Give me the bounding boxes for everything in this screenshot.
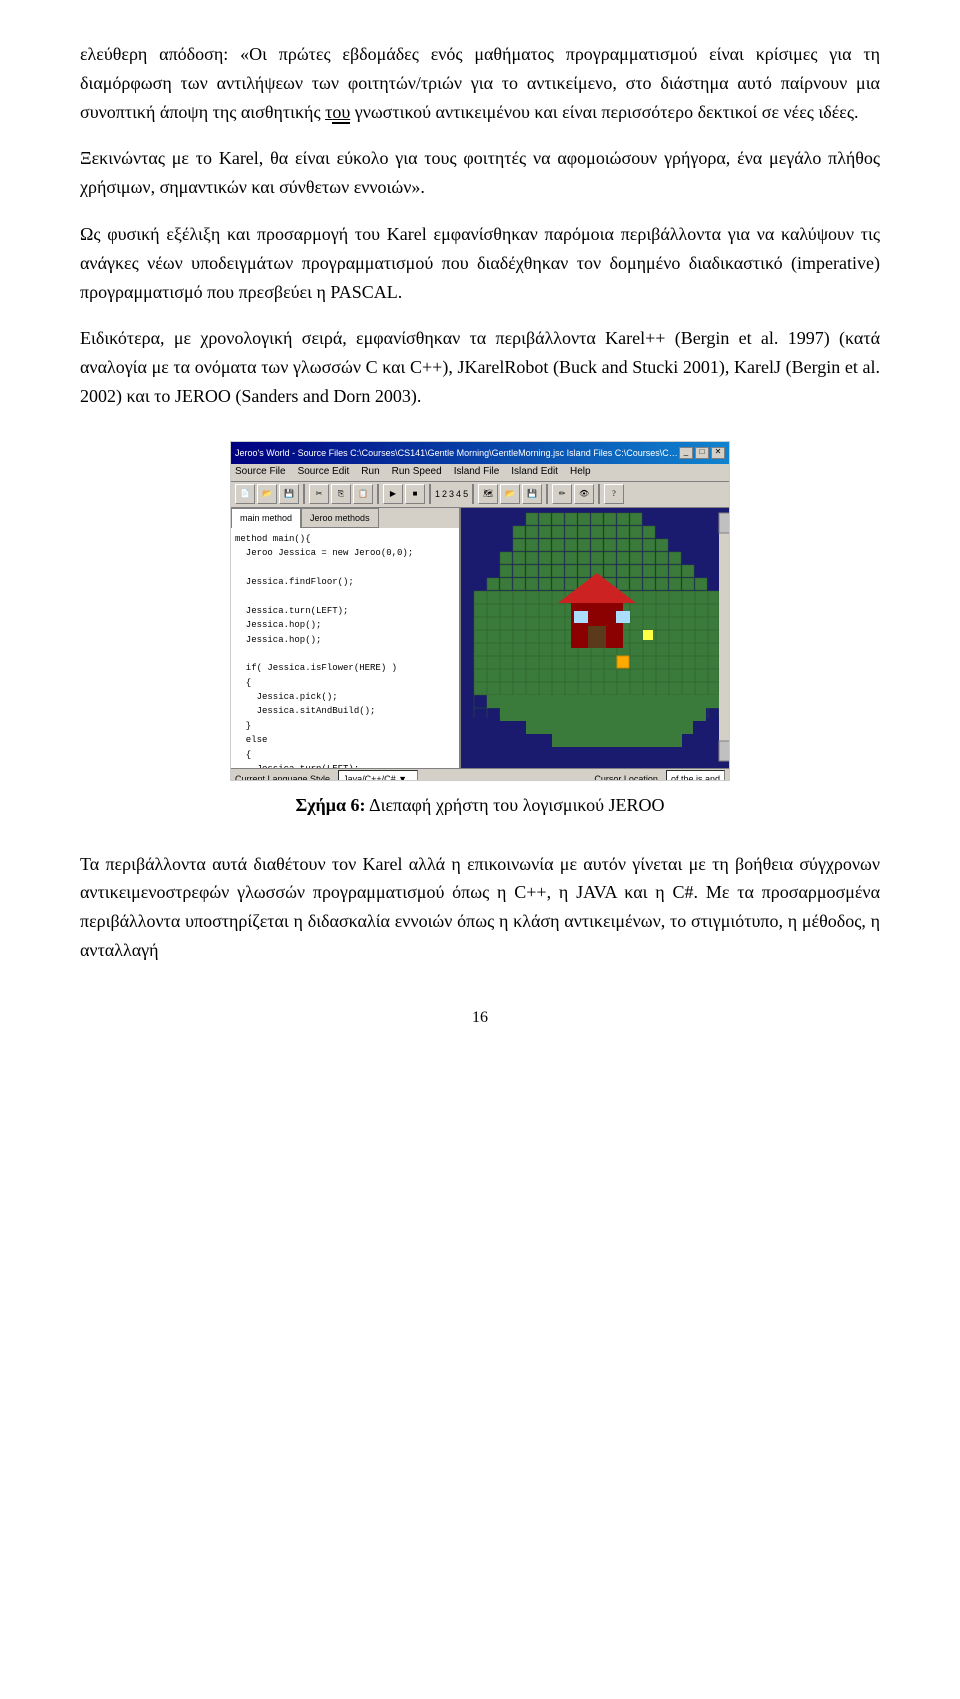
toolbar-divider-1 <box>303 484 305 504</box>
paragraph-1: ελεύθερη απόδοση: «Οι πρώτες εβδομάδες ε… <box>80 40 880 126</box>
code-line-9 <box>235 647 455 661</box>
figure-6: Jeroo's World - Source Files C:\Courses\… <box>80 441 880 820</box>
toolbar-divider-6 <box>598 484 600 504</box>
toolbar-cut[interactable]: ✂ <box>309 484 329 504</box>
status-cursor-text: of the is and <box>671 774 720 781</box>
toolbar-island-open[interactable]: 📂 <box>500 484 520 504</box>
speed-controls: 1 2 3 4 5 <box>435 487 468 501</box>
speed-label: 1 <box>435 487 440 501</box>
toolbar-island-view[interactable]: 👁 <box>574 484 594 504</box>
status-lang-value[interactable]: Java/C++/C# ▼ <box>338 770 418 781</box>
code-line-1: method main(){ <box>235 532 455 546</box>
menu-source-edit[interactable]: Source Edit <box>298 464 350 480</box>
code-line-10: if( Jessica.isFlower(HERE) ) <box>235 661 455 675</box>
code-line-14: } <box>235 719 455 733</box>
dropdown-arrow: ▼ <box>398 774 407 781</box>
ide-menubar: Source File Source Edit Run Run Speed Is… <box>231 464 729 482</box>
tab-main-method[interactable]: main method <box>231 508 301 528</box>
status-cursor-value: of the is and <box>666 770 725 781</box>
speed-label-4: 4 <box>456 487 461 501</box>
toolbar-divider-4 <box>472 484 474 504</box>
ide-title: Jeroo's World - Source Files C:\Courses\… <box>235 446 679 460</box>
minimize-btn[interactable]: _ <box>679 447 693 459</box>
status-cursor-label: Cursor Location <box>594 772 658 781</box>
menu-island-edit[interactable]: Island Edit <box>511 464 558 480</box>
code-line-5 <box>235 589 455 603</box>
paragraph-5: Τα περιβάλλοντα αυτά διαθέτουν τον Karel… <box>80 850 880 965</box>
ide-code-editor[interactable]: method main(){ Jeroo Jessica = new Jeroo… <box>231 528 459 768</box>
toolbar-divider-5 <box>546 484 548 504</box>
ide-statusbar: Current Language Style Java/C++/C# ▼ Cur… <box>231 768 729 781</box>
figure-caption: Σχήμα 6: Διεπαφή χρήστη του λογισμικού J… <box>295 791 664 820</box>
toolbar-island-new[interactable]: 🗺 <box>478 484 498 504</box>
main-content: ελεύθερη απόδοση: «Οι πρώτες εβδομάδες ε… <box>80 40 880 1030</box>
ide-titlebar: Jeroo's World - Source Files C:\Courses\… <box>231 442 729 464</box>
code-line-16: { <box>235 748 455 762</box>
code-line-2: Jeroo Jessica = new Jeroo(0,0); <box>235 546 455 560</box>
status-lang-label: Current Language Style <box>235 772 330 781</box>
code-line-11: { <box>235 676 455 690</box>
toolbar-copy[interactable]: ⎘ <box>331 484 351 504</box>
paragraph-3: Ως φυσική εξέλιξη και προσαρμογή του Kar… <box>80 220 880 306</box>
island-svg <box>461 508 729 766</box>
toolbar-paste[interactable]: 📋 <box>353 484 373 504</box>
page-number: 16 <box>80 1005 880 1031</box>
paragraph-4: Ειδικότερα, με χρονολογική σειρά, εμφανί… <box>80 324 880 410</box>
figure-caption-text: Διεπαφή χρήστη του λογισμικού JEROO <box>369 795 665 815</box>
toolbar-island-edit-btn[interactable]: ✏ <box>552 484 572 504</box>
toolbar-save[interactable]: 💾 <box>279 484 299 504</box>
ide-tabs: main method Jeroo methods <box>231 508 459 528</box>
speed-label-5: 5 <box>463 487 468 501</box>
ide-left-panel: main method Jeroo methods method main(){… <box>231 508 461 768</box>
toolbar-divider-2 <box>377 484 379 504</box>
menu-island-file[interactable]: Island File <box>454 464 500 480</box>
toolbar-open[interactable]: 📂 <box>257 484 277 504</box>
toolbar-help-btn[interactable]: ? <box>604 484 624 504</box>
menu-run-speed[interactable]: Run Speed <box>392 464 442 480</box>
speed-label-2: 2 <box>442 487 447 501</box>
ide-island-view <box>461 508 729 768</box>
code-line-17: Jessica.turn(LEFT); <box>235 762 455 768</box>
jeroo-screenshot: Jeroo's World - Source Files C:\Courses\… <box>230 441 730 781</box>
close-btn[interactable]: ✕ <box>711 447 725 459</box>
ide-body: main method Jeroo methods method main(){… <box>231 508 729 768</box>
code-line-12: Jessica.pick(); <box>235 690 455 704</box>
figure-caption-prefix: Σχήμα 6: <box>295 795 365 815</box>
paragraph-2: Ξεκινώντας με το Karel, θα είναι εύκολο … <box>80 144 880 202</box>
menu-source-file[interactable]: Source File <box>235 464 286 480</box>
maximize-btn[interactable]: □ <box>695 447 709 459</box>
code-line-7: Jessica.hop(); <box>235 618 455 632</box>
code-line-8: Jessica.hop(); <box>235 633 455 647</box>
code-line-6: Jessica.turn(LEFT); <box>235 604 455 618</box>
toolbar-divider-3 <box>429 484 431 504</box>
code-line-4: Jessica.findFloor(); <box>235 575 455 589</box>
tab-jeroo-methods[interactable]: Jeroo methods <box>301 508 379 528</box>
toolbar-island-save[interactable]: 💾 <box>522 484 542 504</box>
code-line-3 <box>235 561 455 575</box>
code-line-13: Jessica.sitAndBuild(); <box>235 704 455 718</box>
toolbar-stop[interactable]: ■ <box>405 484 425 504</box>
code-line-15: else <box>235 733 455 747</box>
toolbar-run[interactable]: ▶ <box>383 484 403 504</box>
ide-toolbar: 📄 📂 💾 ✂ ⎘ 📋 ▶ ■ 1 2 3 4 5 🗺 <box>231 482 729 508</box>
speed-label-3: 3 <box>449 487 454 501</box>
toolbar-new[interactable]: 📄 <box>235 484 255 504</box>
menu-help[interactable]: Help <box>570 464 591 480</box>
status-lang-text: Java/C++/C# <box>343 774 396 781</box>
menu-run[interactable]: Run <box>361 464 379 480</box>
